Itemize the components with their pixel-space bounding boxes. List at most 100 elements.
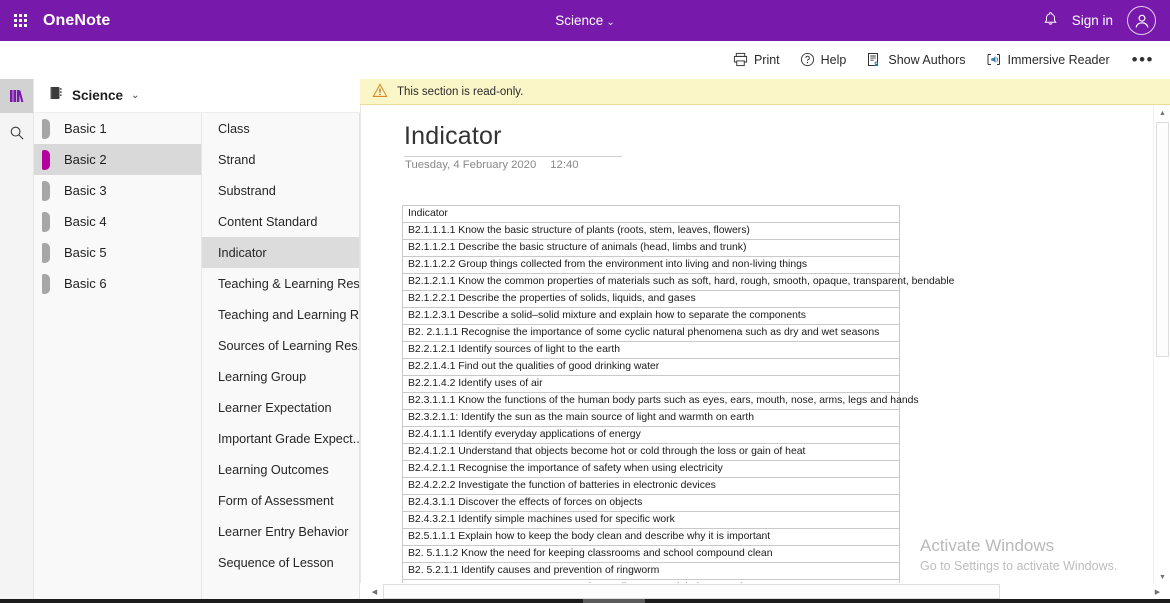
indicator-cell: B2.1.1.2.1 Describe the basic structure … xyxy=(402,239,900,257)
page-list-item[interactable]: Form of Assessment xyxy=(202,485,359,516)
indicator-cell: B2.4.1.1.1 Identify everyday application… xyxy=(402,426,900,444)
page-list-item[interactable]: Class xyxy=(202,113,359,144)
section-color-tab-icon xyxy=(42,211,50,232)
page-time: 12:40 xyxy=(550,159,579,171)
app-title: OneNote xyxy=(43,11,111,29)
table-row: B2. 5.2.1.1 Identify causes and preventi… xyxy=(402,562,900,580)
page-list-item[interactable]: Learner Expectation xyxy=(202,392,359,423)
table-row: B2.3.1.1.1 Know the functions of the hum… xyxy=(402,392,919,410)
show-authors-icon xyxy=(866,52,882,68)
print-button[interactable]: Print xyxy=(733,52,780,67)
notebook-name: Science xyxy=(72,88,124,103)
table-row: B2.2.1.4.2 Identify uses of air xyxy=(402,375,900,393)
immersive-reader-label: Immersive Reader xyxy=(1007,52,1110,67)
table-row: B2.4.2.2.2 Investigate the function of b… xyxy=(402,477,900,495)
horizontal-scroll-track[interactable] xyxy=(383,583,1149,600)
scroll-left-button[interactable]: ◀ xyxy=(366,583,383,600)
immersive-reader-button[interactable]: Immersive Reader xyxy=(986,52,1110,68)
activate-windows-watermark: Activate Windows Go to Settings to activ… xyxy=(920,535,1150,575)
indicator-cell: B2.2.1.4.1 Find out the qualities of goo… xyxy=(402,358,900,376)
search-icon[interactable] xyxy=(0,113,33,153)
section-item[interactable]: Basic 1 xyxy=(34,113,201,144)
indicator-cell: B2.4.3.1.1 Discover the effects of force… xyxy=(402,494,900,512)
section-item-label: Basic 1 xyxy=(64,121,107,136)
page-list-item-label: Content Standard xyxy=(218,214,318,229)
page-list-item[interactable]: Teaching and Learning R... xyxy=(202,299,359,330)
table-row: B2.2.1.4.1 Find out the qualities of goo… xyxy=(402,358,900,376)
vertical-scrollbar[interactable]: ▲ ▼ xyxy=(1153,105,1170,586)
notebook-switcher[interactable]: Science ⌄ xyxy=(485,13,685,28)
section-item[interactable]: Basic 3 xyxy=(34,175,201,206)
page-list-item-label: Indicator xyxy=(218,245,267,260)
page-list-item-label: Learner Entry Behavior xyxy=(218,524,349,539)
show-authors-button[interactable]: Show Authors xyxy=(866,52,966,68)
page-list-item[interactable]: Learner Entry Behavior xyxy=(202,516,359,547)
more-options-button[interactable]: ••• xyxy=(1130,51,1156,68)
horizontal-scrollbar[interactable]: ◀ ▶ xyxy=(360,583,1170,600)
page-title[interactable]: Indicator xyxy=(404,122,622,157)
page-list-item[interactable]: Content Standard xyxy=(202,206,359,237)
table-row: B2.3.2.1.1: Identify the sun as the main… xyxy=(402,409,900,427)
page-list-item[interactable]: Substrand xyxy=(202,175,359,206)
table-row: B2.4.3.1.1 Discover the effects of force… xyxy=(402,494,900,512)
page-timestamp: Tuesday, 4 February 2020 12:40 xyxy=(405,159,579,171)
page-list-item[interactable]: Sequence of Lesson xyxy=(202,547,359,578)
app-launcher-icon[interactable] xyxy=(0,0,40,41)
avatar[interactable] xyxy=(1127,6,1156,35)
indicator-cell: B2.4.3.2.1 Identify simple machines used… xyxy=(402,511,900,529)
warning-triangle-icon xyxy=(372,82,388,101)
notebook-header[interactable]: Science ⌄ xyxy=(34,79,360,113)
section-item-label: Basic 4 xyxy=(64,214,107,229)
page-date: Tuesday, 4 February 2020 xyxy=(405,159,537,171)
table-row: B2.1.1.2.2 Group things collected from t… xyxy=(402,256,900,274)
page-list-item[interactable]: Indicator xyxy=(202,237,359,268)
page-list-item[interactable]: Sources of Learning Res... xyxy=(202,330,359,361)
indicator-cell: B2.4.2.2.2 Investigate the function of b… xyxy=(402,477,900,495)
page-list-item[interactable]: Learning Outcomes xyxy=(202,454,359,485)
indicator-cell: B2.5.1.1.1 Explain how to keep the body … xyxy=(402,528,900,546)
page-list-item[interactable]: Important Grade Expect... xyxy=(202,423,359,454)
scroll-right-button[interactable]: ▶ xyxy=(1149,583,1166,600)
indicator-cell: B2.1.2.2.1 Describe the properties of so… xyxy=(402,290,900,308)
taskbar-highlight xyxy=(583,599,645,603)
scroll-up-button[interactable]: ▲ xyxy=(1154,105,1170,122)
table-row: B2.1.1.2.1 Describe the basic structure … xyxy=(402,239,900,257)
indicator-cell: B2.3.2.1.1: Identify the sun as the main… xyxy=(402,409,900,427)
indicator-cell: B2. 5.1.1.2 Know the need for keeping cl… xyxy=(402,545,900,563)
indicator-table[interactable]: Indicator B2.1.1.1.1 Know the basic struc… xyxy=(402,205,954,597)
section-item[interactable]: Basic 6 xyxy=(34,268,201,299)
printer-icon xyxy=(733,52,748,67)
note-canvas[interactable]: Indicator Tuesday, 4 February 2020 12:40 … xyxy=(360,105,1170,603)
section-item[interactable]: Basic 4 xyxy=(34,206,201,237)
indicator-cell: B2.3.1.1.1 Know the functions of the hum… xyxy=(402,392,919,410)
table-row: B2.4.3.2.1 Identify simple machines used… xyxy=(402,511,900,529)
notification-bell-icon[interactable] xyxy=(1043,11,1058,31)
section-item[interactable]: Basic 2 xyxy=(34,144,201,175)
command-bar: Print Help Show Authors Immersive Reader… xyxy=(0,41,1170,79)
question-circle-icon xyxy=(800,52,815,67)
vertical-scroll-track[interactable] xyxy=(1154,122,1170,569)
notebooks-shelf-icon[interactable] xyxy=(0,79,33,113)
sign-in-button[interactable]: Sign in xyxy=(1072,13,1113,28)
notebook-icon xyxy=(48,85,64,106)
section-color-tab-icon xyxy=(42,118,50,139)
watermark-title: Activate Windows xyxy=(920,536,1055,555)
print-label: Print xyxy=(753,52,780,67)
note-canvas-inner: Indicator Tuesday, 4 February 2020 12:40 … xyxy=(361,105,1151,597)
section-item-label: Basic 2 xyxy=(64,152,107,167)
page-list-item[interactable]: Learning Group xyxy=(202,361,359,392)
notebook-switcher-label: Science xyxy=(555,13,604,28)
page-list-item[interactable]: Teaching & Learning Res... xyxy=(202,268,359,299)
page-list-item-label: Sources of Learning Res... xyxy=(218,338,359,353)
page-list-item[interactable]: Strand xyxy=(202,144,359,175)
indicator-cell: B2.1.2.3.1 Describe a solid–solid mixtur… xyxy=(402,307,900,325)
help-button[interactable]: Help xyxy=(800,52,846,67)
horizontal-scroll-thumb[interactable] xyxy=(383,584,1000,599)
page-list: Class Strand Substrand Content Standard Indi… xyxy=(202,113,360,603)
section-color-tab-icon xyxy=(42,149,50,170)
vertical-scroll-thumb[interactable] xyxy=(1156,122,1169,357)
indicator-cell: B2. 5.2.1.1 Identify causes and preventi… xyxy=(402,562,900,580)
table-row: B2. 2.1.1.1 Recognise the importance of … xyxy=(402,324,900,342)
page-list-item-label: Sequence of Lesson xyxy=(218,555,334,570)
section-item[interactable]: Basic 5 xyxy=(34,237,201,268)
